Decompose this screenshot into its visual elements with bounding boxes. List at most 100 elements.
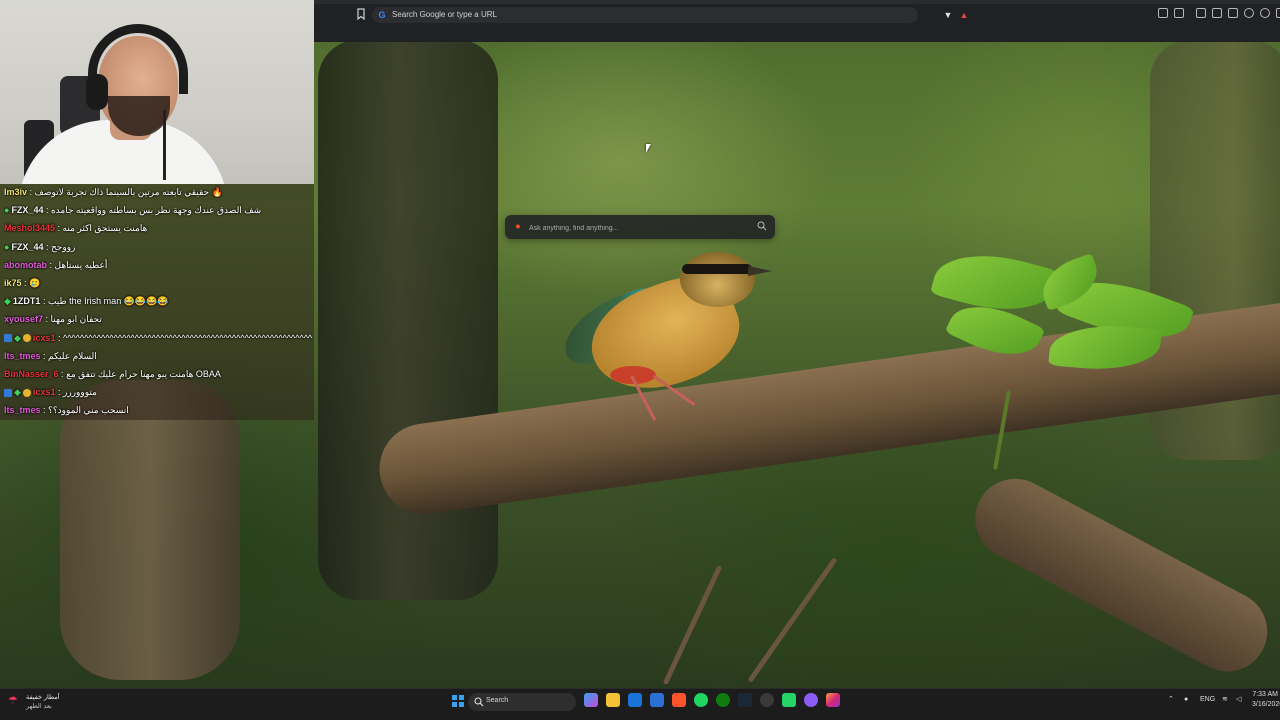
chat-username[interactable]: icxs1	[33, 387, 56, 397]
volume-icon[interactable]: ◁	[1236, 695, 1241, 705]
chat-message: Its_tmes : السلام عليكم	[4, 348, 312, 365]
vpn-icon[interactable]	[1260, 8, 1270, 18]
chat-separator: :	[47, 259, 55, 270]
brave-icon[interactable]	[672, 693, 686, 707]
weather-widget[interactable]: ☂ أمطار خفيفة بعد الظهر	[8, 691, 78, 717]
bookmark-icon[interactable]	[354, 8, 368, 22]
verified-badge-icon: ●	[4, 241, 10, 252]
chat-username[interactable]: abomotab	[4, 260, 47, 270]
chat-text: ^^^^^^^^^^^^^^^^^^^^^^^^^^^^^^^^^^^^^^^^…	[62, 332, 312, 343]
chat-message: ◆ 1ZDT1 : طيب the Irish man 😂😂😂😂	[4, 293, 312, 310]
chat-separator: :	[43, 314, 51, 325]
chat-text: هامنت يستحق اكثر منه	[62, 223, 148, 234]
menu-icon[interactable]	[1276, 8, 1280, 18]
weather-rain-icon: ☂	[8, 695, 18, 707]
chat-username[interactable]: Its_tmes	[4, 351, 41, 361]
chat-separator: :	[40, 350, 49, 361]
weather-condition: أمطار خفيفة	[26, 694, 60, 701]
chat-username[interactable]: xyousef7	[4, 314, 43, 324]
windows-logo-pane	[459, 702, 464, 707]
chat-username[interactable]: ik75	[4, 278, 22, 288]
chat-text: طيب the Irish man 😂😂😂😂	[47, 296, 169, 307]
ask-search-box[interactable]: ●	[505, 215, 775, 239]
xbox-icon[interactable]	[716, 693, 730, 707]
chat-separator: :	[55, 332, 63, 343]
outlook-icon[interactable]	[628, 693, 642, 707]
chat-username[interactable]: Its_tmes	[4, 405, 41, 415]
chat-separator: :	[43, 205, 51, 216]
extension-icon[interactable]	[1158, 8, 1168, 18]
chat-separator: :	[40, 405, 49, 416]
subscriber-badge-icon: ◆	[4, 296, 11, 307]
microphone-icon[interactable]: ●	[1184, 695, 1188, 705]
wallpaper-bird-mask	[682, 264, 752, 274]
chat-separator: :	[40, 296, 48, 307]
subscriber-badge-icon: ◆	[14, 387, 21, 398]
messenger-icon[interactable]	[804, 693, 818, 707]
search-icon[interactable]	[757, 221, 767, 231]
moderator-badge-icon	[4, 388, 12, 397]
headphone-cable	[163, 110, 166, 180]
tab-search-icon[interactable]	[1228, 8, 1238, 18]
wallpaper-twig	[662, 565, 723, 685]
media-icon[interactable]	[1196, 8, 1206, 18]
language-indicator[interactable]: ENG	[1200, 695, 1215, 705]
chat-username[interactable]: Meshol3445	[4, 223, 55, 233]
clock-time: 7:33 AM	[1252, 691, 1278, 698]
clock[interactable]: 7:33 AM 3/16/2026	[1252, 690, 1280, 710]
store-icon[interactable]	[650, 693, 664, 707]
chat-message: ◆ icxs1 : ^^^^^^^^^^^^^^^^^^^^^^^^^^^^^^^…	[4, 330, 312, 347]
copilot-icon[interactable]	[584, 693, 598, 707]
weather-time: بعد الظهر	[26, 703, 52, 710]
chat-username[interactable]: FZX_44	[11, 205, 43, 215]
chat-username[interactable]: Im3iv	[4, 187, 27, 197]
chat-username[interactable]: FZX_44	[11, 242, 43, 252]
windows-taskbar: ☂ أمطار خفيفة بعد الظهر Search ⌃ ● ENG ≋…	[0, 688, 1280, 720]
brave-shield-icon[interactable]: ▼	[942, 9, 954, 21]
start-button[interactable]	[449, 692, 467, 710]
brave-rewards-icon[interactable]: ▲	[958, 9, 970, 21]
wallet-icon[interactable]	[1244, 8, 1254, 18]
taskbar-search-label: Search	[486, 697, 509, 704]
chat-message: abomotab : أعطيه يستاهل	[4, 257, 312, 274]
steam-icon[interactable]	[738, 693, 752, 707]
wifi-icon[interactable]: ≋	[1222, 695, 1228, 705]
chat-username[interactable]: icxs1	[33, 333, 56, 343]
gift-badge-icon	[22, 334, 31, 343]
brave-logo-icon: ●	[515, 221, 521, 231]
chat-separator: :	[27, 187, 35, 197]
browser-tabstrip	[314, 0, 1280, 4]
chat-text: رووحح	[50, 241, 76, 252]
chat-username[interactable]: 1ZDT1	[13, 296, 41, 306]
ask-search-input[interactable]	[527, 219, 751, 237]
search-icon	[474, 697, 484, 707]
headphone-cup	[86, 74, 108, 110]
sidebar-icon[interactable]	[1212, 8, 1222, 18]
gift-badge-icon	[22, 388, 31, 397]
extension-icon[interactable]	[1174, 8, 1184, 18]
file-explorer-icon[interactable]	[606, 693, 620, 707]
tray-chevron-icon[interactable]: ⌃	[1168, 695, 1174, 705]
webcam-overlay	[0, 0, 314, 184]
windows-logo-pane	[452, 695, 457, 700]
chat-text: حقيقي تابعته مرتين بالسينما ذاك تجربة لا…	[34, 187, 223, 197]
chat-message: ik75 : 🥲	[4, 275, 312, 292]
subscriber-badge-icon: ◆	[14, 332, 21, 343]
chat-username[interactable]: BinNasser_6	[4, 369, 59, 379]
chat-separator: :	[21, 278, 30, 288]
address-bar[interactable]: G Search Google or type a URL ▼ ▲	[372, 7, 968, 23]
chat-text: السلام عليكم	[48, 350, 97, 361]
chat-message: ● FZX_44 : شف الصدق عندك وجهة نظر بس بساط…	[4, 202, 312, 219]
whatsapp-icon[interactable]	[782, 693, 796, 707]
wallpaper-bird-beak	[748, 266, 772, 276]
chat-text: هامنت يبو مهنا حرام عليك تتفق مع OBAA	[66, 369, 221, 379]
verified-badge-icon: ●	[4, 205, 10, 216]
taskbar-search[interactable]: Search	[468, 693, 576, 711]
wallpaper-tree-trunk-near	[60, 380, 240, 680]
spotify-icon[interactable]	[694, 693, 708, 707]
chat-message: xyousef7 : تحفان ابو مهنا	[4, 311, 312, 328]
windows-logo-pane	[452, 702, 457, 707]
instagram-icon[interactable]	[826, 693, 840, 707]
chatgpt-icon[interactable]	[760, 693, 774, 707]
chat-separator: :	[55, 387, 63, 398]
